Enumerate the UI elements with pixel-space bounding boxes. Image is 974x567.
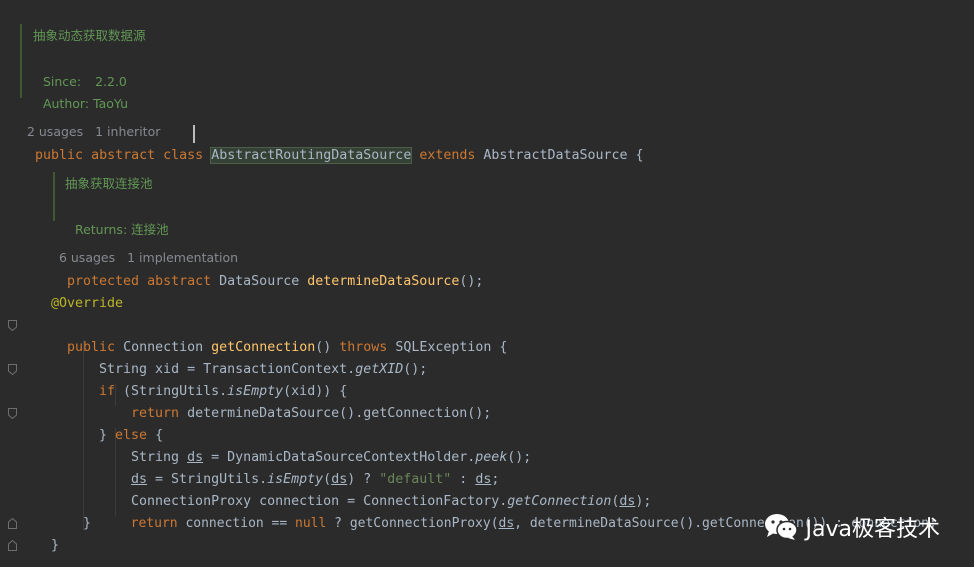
watermark: Java极客技术 [764, 511, 940, 543]
watermark-text: Java极客技术 [805, 517, 940, 542]
code-line-close-inner: } [83, 516, 92, 531]
code-line-return-2: return connection == null ? getConnectio… [130, 516, 937, 531]
method-doc-bar [53, 172, 55, 221]
class-name-highlight[interactable]: AbstractRoutingDataSource [210, 147, 413, 164]
fold-marker-icon[interactable] [8, 518, 17, 529]
fold-marker-icon[interactable] [8, 320, 17, 331]
fold-marker-icon[interactable] [8, 364, 17, 375]
code-line-if: if (StringUtils.isEmpty(xid)) { [99, 384, 348, 399]
abstract-method-line: protected abstract DataSource determineD… [67, 274, 484, 289]
override-annotation: @Override [51, 296, 124, 311]
wechat-icon [764, 514, 798, 540]
code-line-else: } else { [99, 428, 164, 443]
text-caret [193, 125, 195, 143]
code-line-ds-default: ds = StringUtils.isEmpty(ds) ? "default"… [131, 472, 500, 487]
code-line-return-1: return determineDataSource().getConnecti… [131, 406, 492, 421]
code-line-xid: String xid = TransactionContext.getXID()… [99, 362, 428, 377]
code-line-proxy: ConnectionProxy connection = ConnectionF… [131, 494, 652, 509]
class-doc-title: 抽象动态获取数据源 [33, 28, 146, 43]
class-declaration: public abstract class AbstractRoutingDat… [35, 147, 644, 164]
code-line-ds: String ds = DynamicDataSourceContextHold… [131, 450, 532, 465]
fold-marker-icon[interactable] [8, 408, 17, 419]
fold-marker-icon[interactable] [8, 540, 17, 551]
method-doc-title: 抽象获取连接池 [65, 176, 153, 191]
code-line-close-method: } [51, 538, 60, 553]
get-connection-signature: public Connection getConnection() throws… [67, 340, 508, 355]
class-doc-bar [20, 24, 22, 98]
